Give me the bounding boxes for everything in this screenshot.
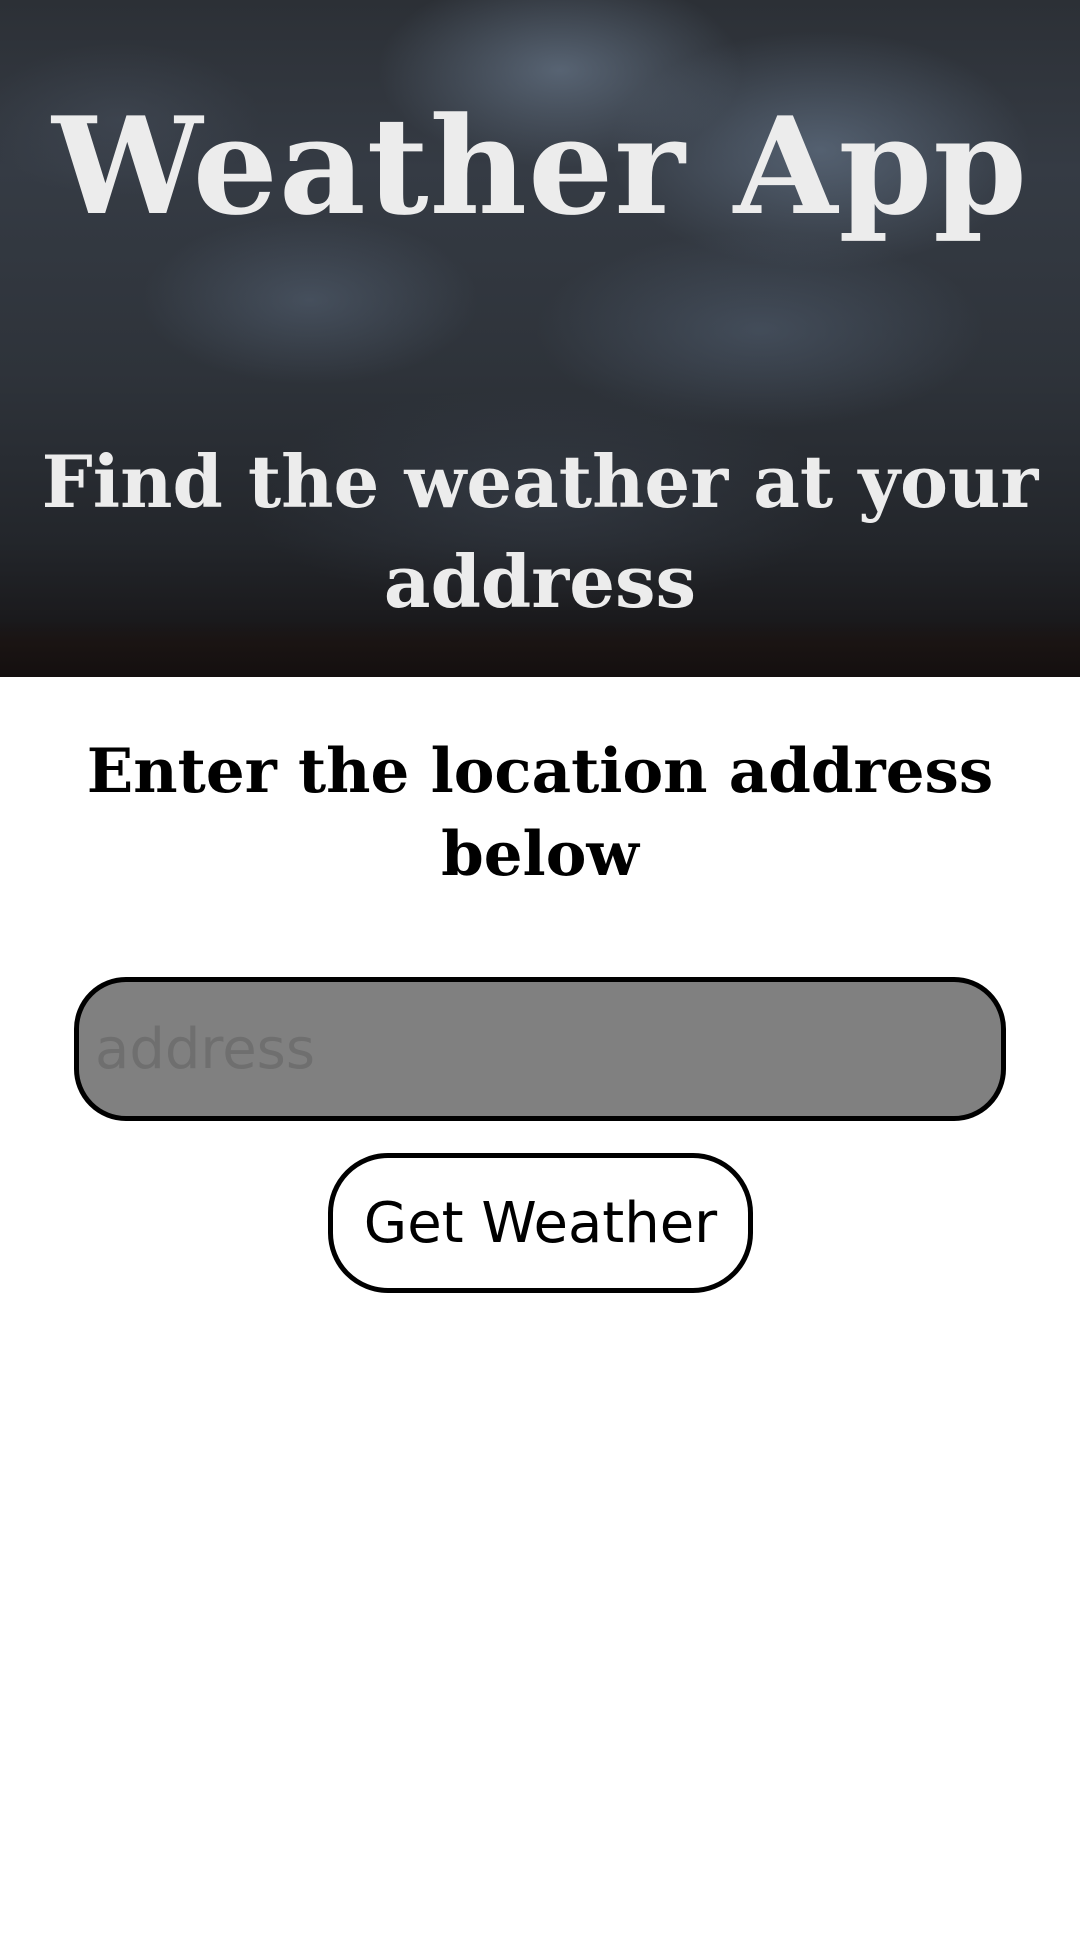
address-input[interactable]: [74, 977, 1006, 1121]
app-subtitle: Find the weather at your address: [41, 439, 1039, 624]
instructions-heading: Enter the location address below: [86, 736, 994, 890]
app-title: Weather App: [52, 87, 1028, 245]
hero-banner: Weather App Find the weather at your add…: [0, 0, 1080, 677]
get-weather-button[interactable]: Get Weather: [328, 1153, 753, 1293]
